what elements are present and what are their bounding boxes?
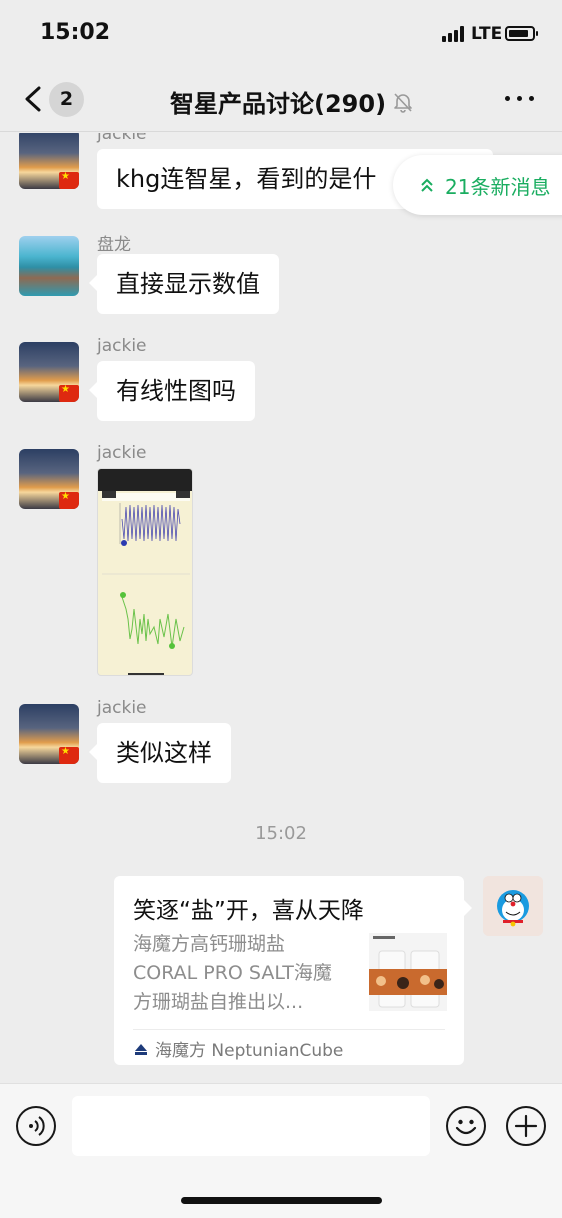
chevron-left-icon (25, 86, 41, 112)
card-source-name: 海魔方 NeptunianCube (155, 1041, 344, 1061)
back-button[interactable]: 2 (20, 78, 90, 120)
flag-icon (59, 746, 79, 764)
sender-name: jackie (97, 443, 147, 463)
sender-name: jackie (97, 336, 147, 356)
sender-name: jackie (97, 133, 147, 144)
unread-badge: 2 (49, 82, 84, 117)
home-indicator[interactable] (181, 1197, 382, 1204)
emoji-button[interactable] (446, 1106, 486, 1146)
signal-icon (442, 26, 464, 42)
message-text: 有线性图吗 (116, 377, 236, 405)
doraemon-avatar-icon (483, 876, 543, 936)
avatar[interactable] (19, 236, 79, 296)
link-card[interactable]: 笑逐“盐”开，喜从天降 海魔方高钙珊瑚盐CORAL PRO SALT海魔方珊瑚盐… (114, 876, 472, 1065)
flag-icon (59, 384, 79, 402)
avatar[interactable] (19, 342, 79, 402)
my-avatar[interactable] (483, 876, 543, 936)
voice-icon (29, 1116, 45, 1136)
new-messages-button[interactable]: 21条新消息 (393, 155, 562, 215)
card-divider (133, 1029, 445, 1030)
plus-icon (514, 1114, 538, 1138)
message-text: 直接显示数值 (116, 270, 260, 298)
message-text: khg连智星，看到的是什 (116, 165, 377, 193)
nav-bar: 2 智星产品讨论(290) (0, 66, 562, 132)
message-bubble[interactable]: 有线性图吗 (89, 361, 255, 421)
sender-name: 盘龙 (97, 235, 131, 255)
status-time: 15:02 (40, 20, 111, 45)
flag-icon (59, 491, 79, 509)
message-input[interactable] (72, 1096, 430, 1156)
network-label: LTE (471, 24, 503, 44)
flag-icon (59, 171, 79, 189)
double-chevron-up-icon (421, 178, 433, 192)
voice-input-button[interactable] (16, 1106, 56, 1146)
battery-icon (505, 26, 538, 41)
more-functions-button[interactable] (506, 1106, 546, 1146)
card-title: 笑逐“盐”开，喜从天降 (133, 898, 364, 924)
avatar[interactable] (19, 449, 79, 509)
message-text: 类似这样 (116, 739, 212, 767)
card-description: 海魔方高钙珊瑚盐CORAL PRO SALT海魔方珊瑚盐自推出以... (133, 933, 332, 1013)
new-messages-label: 21条新消息 (445, 174, 551, 199)
page-title: 智星产品讨论(290) (170, 90, 387, 118)
avatar[interactable] (19, 133, 79, 189)
image-message[interactable] (97, 468, 193, 676)
message-timestamp: 15:02 (255, 823, 307, 844)
input-bar (0, 1083, 562, 1218)
sender-name: jackie (97, 698, 147, 718)
chart-screenshot-thumbnail (98, 469, 192, 675)
brand-logo-icon (135, 1043, 147, 1055)
chat-title-group: 智星产品讨论(290) (170, 84, 414, 119)
mute-bell-icon (394, 92, 412, 113)
message-bubble[interactable]: 类似这样 (89, 723, 231, 783)
avatar[interactable] (19, 704, 79, 764)
card-thumbnail (369, 933, 447, 1011)
message-bubble[interactable]: 直接显示数值 (89, 254, 279, 314)
card-source: 海魔方 NeptunianCube (133, 1036, 343, 1061)
chat-area[interactable]: jackie khg连智星，看到的是什 21条新消息 盘龙 直接显示数值 jac… (0, 133, 562, 1083)
status-bar: 15:02 LTE (0, 0, 562, 66)
smiley-icon (455, 1119, 477, 1135)
more-options-button[interactable] (505, 96, 535, 104)
